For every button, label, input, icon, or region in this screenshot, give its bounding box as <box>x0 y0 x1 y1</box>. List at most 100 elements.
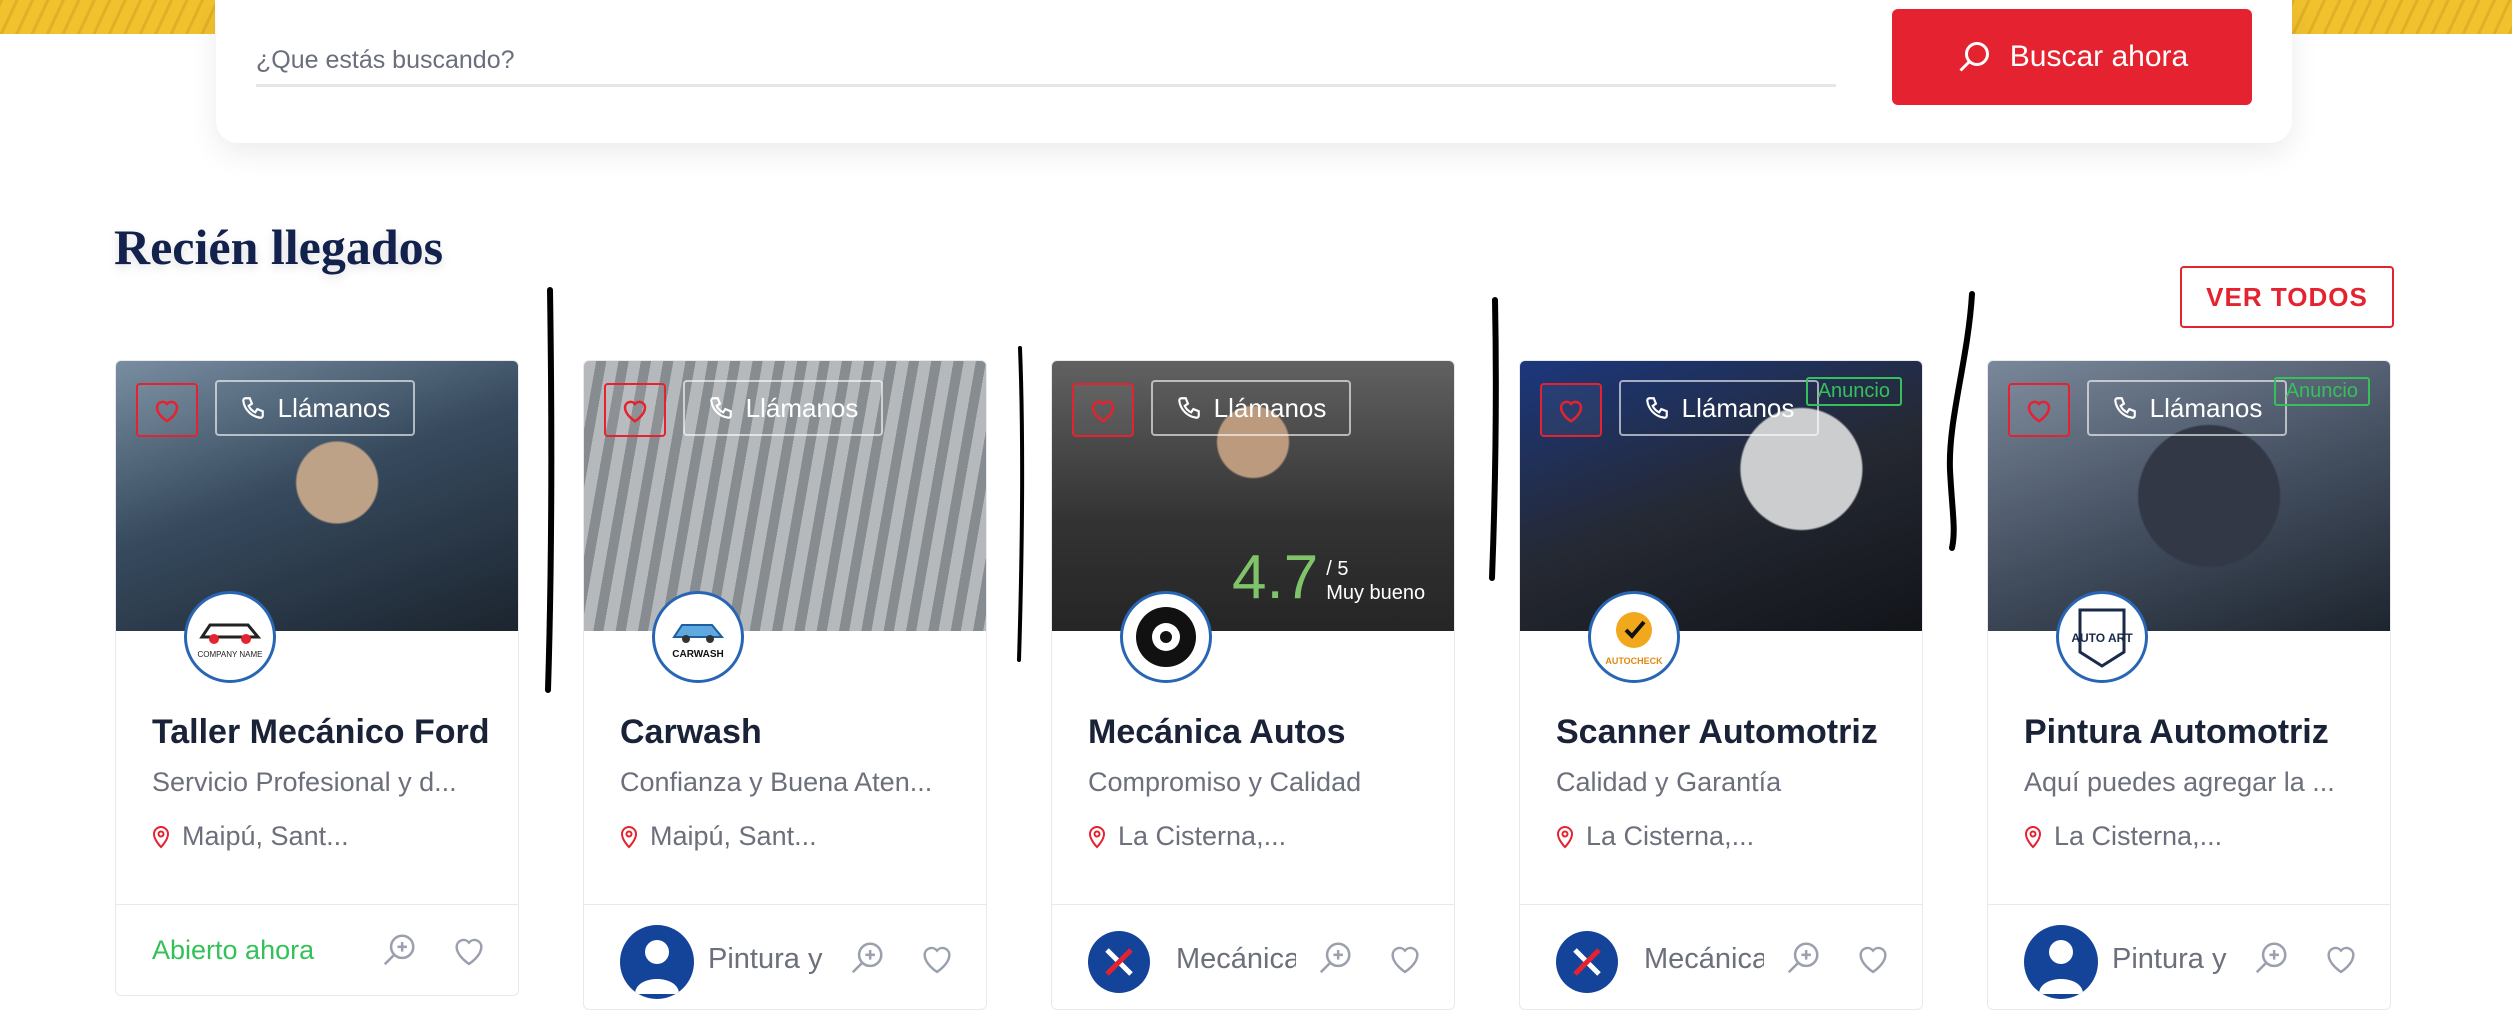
rating-max: / 5 <box>1326 558 1349 580</box>
call-label: Llámanos <box>277 392 391 423</box>
listing-footer: Abierto ahora <box>116 904 518 995</box>
author-avatar[interactable] <box>1556 931 1618 993</box>
listing-card[interactable]: Llámanos Anuncio AUTOCHECK Scanner Autom… <box>1519 360 1923 1010</box>
rating-badge: 4.7 / 5 Muy bueno <box>1232 547 1425 609</box>
listing-card[interactable]: Llámanos COMPANY NAME Taller Mecánico Fo… <box>115 360 519 996</box>
annotation-stroke <box>1489 297 1499 581</box>
location-pin-icon <box>1088 825 1106 848</box>
bookmark-heart-icon[interactable] <box>2322 941 2360 975</box>
call-button[interactable]: Llámanos <box>683 380 883 436</box>
listing-title[interactable]: Mecánica Autos <box>1088 713 1346 752</box>
heart-icon <box>1559 400 1583 423</box>
tire-logo-icon <box>1136 607 1196 667</box>
listing-location: La Cisterna,... <box>2024 821 2222 852</box>
svg-text:AUTO ART: AUTO ART <box>2071 631 2133 645</box>
call-button[interactable]: Llámanos <box>215 380 415 436</box>
quick-view-icon[interactable] <box>1784 939 1822 977</box>
favorite-button[interactable] <box>1540 383 1602 437</box>
listing-footer: Pintura y <box>1988 904 2390 1009</box>
location-pin-icon <box>152 825 170 848</box>
listing-card[interactable]: Llámanos CARWASH Carwash Confianza y Bue… <box>583 360 987 1010</box>
rating-text: Muy bueno <box>1326 582 1426 604</box>
view-all-button[interactable]: VER TODOS <box>2180 266 2394 328</box>
section-title: Recién llegados <box>114 219 444 275</box>
call-button[interactable]: Llámanos <box>2087 380 2287 436</box>
quick-view-icon[interactable] <box>2252 939 2290 977</box>
listing-footer: Mecánica <box>1520 904 1922 1009</box>
bookmark-heart-icon[interactable] <box>918 941 956 975</box>
business-logo[interactable]: AUTO ART <box>2056 591 2148 683</box>
bookmark-heart-icon[interactable] <box>1386 941 1424 975</box>
listing-title[interactable]: Carwash <box>620 713 762 752</box>
search-button[interactable]: Buscar ahora <box>1892 9 2252 105</box>
ad-badge: Anuncio <box>2273 377 2370 406</box>
search-input[interactable] <box>256 36 1836 87</box>
phone-icon <box>2113 397 2136 419</box>
business-logo[interactable] <box>1120 591 1212 683</box>
listing-subtitle: Calidad y Garantía <box>1556 767 1782 797</box>
author-avatar[interactable] <box>2024 925 2098 999</box>
call-button[interactable]: Llámanos <box>1619 380 1819 436</box>
gear-check-logo-icon: AUTOCHECK <box>1605 612 1663 666</box>
bookmark-heart-icon[interactable] <box>1854 941 1892 975</box>
author-name[interactable]: Mecánica <box>1176 943 1296 976</box>
user-icon <box>635 940 679 994</box>
heart-icon <box>155 400 179 423</box>
ad-badge: Anuncio <box>1805 377 1902 406</box>
listing-subtitle: Servicio Profesional y d... <box>152 767 457 797</box>
author-avatar[interactable] <box>1088 931 1150 993</box>
listing-card[interactable]: Llámanos Anuncio AUTO ART Pintura Automo… <box>1987 360 2391 1010</box>
location-text: La Cisterna,... <box>1586 821 1755 851</box>
call-label: Llámanos <box>1681 392 1795 423</box>
favorite-button[interactable] <box>2008 383 2070 437</box>
quick-view-icon[interactable] <box>848 939 886 977</box>
heart-icon <box>623 400 647 423</box>
favorite-button[interactable] <box>1072 383 1134 437</box>
author-name[interactable]: Pintura y <box>708 943 828 976</box>
business-logo[interactable]: CARWASH <box>652 591 744 683</box>
listing-card[interactable]: Llámanos 4.7 / 5 Muy bueno Mecánica Auto… <box>1051 360 1455 1010</box>
location-text: Maipú, Sant... <box>650 821 817 851</box>
tools-icon <box>1573 948 1601 976</box>
location-pin-icon <box>1556 825 1574 848</box>
listing-location: La Cisterna,... <box>1556 821 1754 852</box>
listing-location: Maipú, Sant... <box>620 821 817 852</box>
quick-view-icon[interactable] <box>380 931 418 969</box>
favorite-button[interactable] <box>604 383 666 437</box>
listing-footer: Mecánica <box>1052 904 1454 1009</box>
author-name[interactable]: Mecánica <box>1644 943 1764 976</box>
listing-location: Maipú, Sant... <box>152 821 349 852</box>
listing-title[interactable]: Pintura Automotriz <box>2024 713 2329 752</box>
listing-title[interactable]: Scanner Automotriz <box>1556 713 1878 752</box>
heart-icon <box>2027 400 2051 423</box>
carwash-logo-icon: CARWASH <box>672 624 725 660</box>
open-status: Abierto ahora <box>152 935 315 965</box>
phone-icon <box>1645 397 1668 419</box>
location-text: La Cisterna,... <box>1118 821 1287 851</box>
call-label: Llámanos <box>1213 392 1327 423</box>
listing-location: La Cisterna,... <box>1088 821 1286 852</box>
location-text: Maipú, Sant... <box>182 821 349 851</box>
annotation-stroke <box>545 287 555 693</box>
business-logo[interactable]: AUTOCHECK <box>1588 591 1680 683</box>
business-logo[interactable]: COMPANY NAME <box>184 591 276 683</box>
svg-text:CARWASH: CARWASH <box>672 649 723 660</box>
call-label: Llámanos <box>745 392 859 423</box>
annotation-stroke <box>1946 291 1975 551</box>
quick-view-icon[interactable] <box>1316 939 1354 977</box>
listing-footer: Pintura y <box>584 904 986 1009</box>
listing-title[interactable]: Taller Mecánico Ford <box>152 713 490 752</box>
listing-subtitle: Compromiso y Calidad <box>1088 767 1362 797</box>
location-pin-icon <box>620 825 638 848</box>
favorite-button[interactable] <box>136 383 198 437</box>
call-button[interactable]: Llámanos <box>1151 380 1351 436</box>
bookmark-heart-icon[interactable] <box>450 933 488 967</box>
svg-text:AUTOCHECK: AUTOCHECK <box>1605 656 1663 666</box>
search-button-label: Buscar ahora <box>2009 40 2189 73</box>
location-text: La Cisterna,... <box>2054 821 2223 851</box>
listing-subtitle: Aquí puedes agregar la ... <box>2024 767 2335 797</box>
listing-subtitle: Confianza y Buena Aten... <box>620 767 933 797</box>
author-name[interactable]: Pintura y <box>2112 943 2232 976</box>
author-avatar[interactable] <box>620 925 694 999</box>
auto-art-logo-icon: AUTO ART <box>2071 608 2133 668</box>
